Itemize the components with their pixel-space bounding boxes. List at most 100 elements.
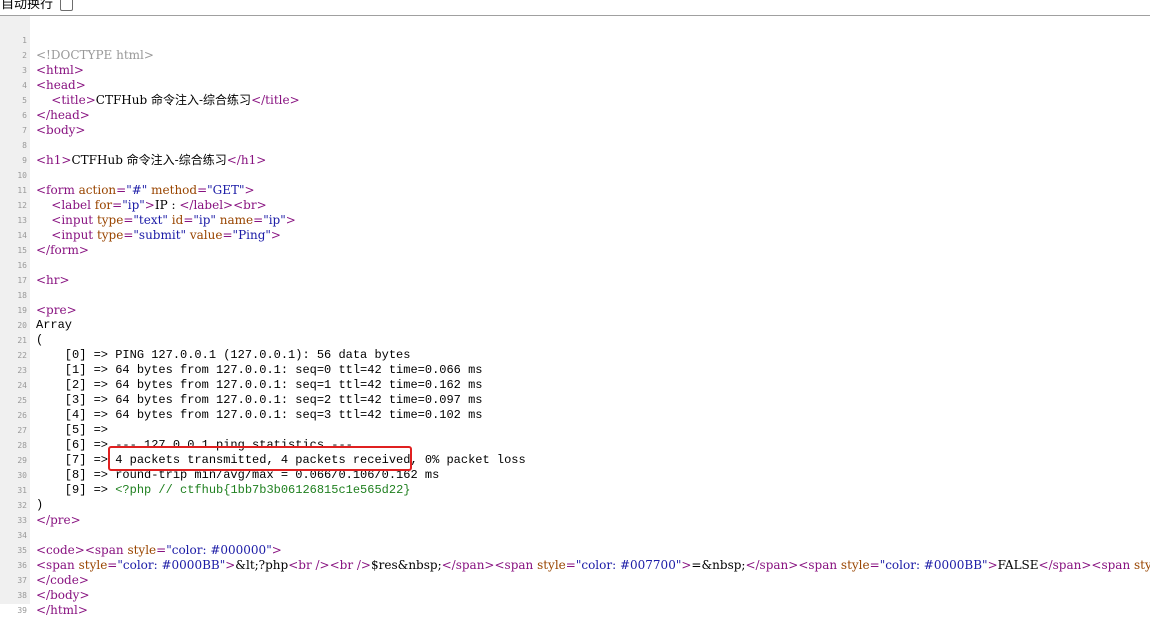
line-code: <h1>CTFHub 命令注入-综合练习</h1>	[36, 153, 266, 168]
line-number: 18	[17, 291, 27, 300]
code-token: [2] => 64 bytes from 127.0.0.1: seq=1 tt…	[36, 378, 483, 392]
line-number: 4	[22, 81, 27, 90]
code-token: >	[244, 183, 255, 197]
code-token: >	[270, 228, 281, 242]
code-token: value	[189, 228, 223, 242]
code-token: >	[987, 558, 998, 572]
code-token: id	[171, 213, 184, 227]
line-number: 9	[22, 156, 27, 165]
line-number: 39	[17, 606, 27, 615]
code-token: "submit"	[133, 228, 187, 242]
code-token: <pre>	[36, 303, 77, 317]
code-token: sty	[1134, 558, 1150, 572]
line-number: 33	[17, 516, 27, 525]
code-token: style	[840, 558, 870, 572]
code-token: <head>	[36, 78, 86, 92]
code-token: <body>	[36, 123, 86, 137]
code-token: <br /><br />	[288, 558, 371, 572]
line-code: </html>	[36, 603, 88, 618]
code-token: "GET"	[207, 183, 245, 197]
line-code: <form action="#" method="GET">	[36, 183, 255, 198]
line-number: 10	[17, 171, 27, 180]
code-token: >	[271, 543, 282, 557]
code-token: <h1>	[36, 153, 72, 167]
code-token: (	[36, 333, 44, 347]
code-token: </span><span	[441, 558, 538, 572]
code-token: "color: #000000"	[166, 543, 272, 557]
code-token: >	[144, 198, 155, 212]
line-code: <label for="ip">IP : </label><br>	[36, 198, 266, 213]
code-token: method	[151, 183, 198, 197]
line-number: 24	[17, 381, 27, 390]
line-number: 8	[22, 141, 27, 150]
line-code: <input type="text" id="ip" name="ip">	[36, 213, 296, 228]
code-token: </head>	[36, 108, 90, 122]
flag-highlight-box	[108, 446, 412, 471]
line-code: [5] =>	[36, 423, 108, 438]
code-token: =	[116, 183, 127, 197]
code-token: </span><span	[745, 558, 841, 572]
word-wrap-label: 自动换行	[1, 0, 54, 12]
code-token: style	[78, 558, 108, 572]
code-token: <!DOCTYPE html>	[36, 48, 154, 62]
code-token: <input	[51, 213, 97, 227]
code-token: <title>	[51, 93, 96, 107]
code-token: [9] =>	[36, 483, 116, 497]
code-token: "text"	[133, 213, 168, 227]
line-number: 12	[17, 201, 27, 210]
code-token: type	[96, 213, 124, 227]
line-number: 19	[17, 306, 27, 315]
code-token: <?php // ctfhub{1bb7b3b06126815c1e565d22…	[115, 483, 411, 497]
source-viewer[interactable]: 1 2 <!DOCTYPE html> 3 <html> 4 <head> 5 <title>…	[0, 15, 1150, 617]
code-token: =&nbsp;	[691, 558, 746, 572]
code-token: CTFHub 命令注入-综合练习	[71, 153, 227, 167]
code-token: style	[537, 558, 566, 572]
line-code: [4] => 64 bytes from 127.0.0.1: seq=3 tt…	[36, 408, 483, 423]
line-number: 30	[17, 471, 27, 480]
code-token: </title>	[251, 93, 300, 107]
line-number: 20	[17, 321, 27, 330]
line-code: </form>	[36, 243, 89, 258]
line-number: 5	[22, 96, 27, 105]
code-token: </form>	[36, 243, 89, 257]
code-token: >	[285, 213, 296, 227]
code-token: for	[94, 198, 113, 212]
word-wrap-checkbox[interactable]	[60, 0, 73, 11]
code-token: =	[222, 228, 233, 242]
code-token: IP :	[154, 198, 180, 212]
code-token: <span	[36, 558, 79, 572]
line-number: 11	[17, 186, 27, 195]
line-code: <span style="color: #0000BB">&lt;?php<br…	[36, 558, 1150, 573]
code-token: [0] => PING 127.0.0.1 (127.0.0.1): 56 da…	[36, 348, 411, 362]
line-number: 14	[17, 231, 27, 240]
line-code: [0] => PING 127.0.0.1 (127.0.0.1): 56 da…	[36, 348, 411, 363]
code-token: =	[123, 213, 134, 227]
code-token: </pre>	[36, 513, 81, 527]
code-token: =	[253, 213, 264, 227]
line-number: 7	[22, 126, 27, 135]
code-token: <form	[36, 183, 79, 197]
line-number: 32	[17, 501, 27, 510]
code-token: =	[197, 183, 208, 197]
code-token: "color: #0000BB"	[117, 558, 226, 572]
line-number: 34	[17, 531, 27, 540]
code-token: name	[219, 213, 254, 227]
line-code: Array	[36, 318, 72, 333]
line-number: 29	[17, 456, 27, 465]
line-number: 35	[17, 546, 27, 555]
line-number: 15	[17, 246, 27, 255]
line-code: <code><span style="color: #000000">	[36, 543, 282, 558]
line-code: </code>	[36, 573, 89, 588]
line-number: 13	[17, 216, 27, 225]
line-number: 36	[17, 561, 27, 570]
code-token: [1] => 64 bytes from 127.0.0.1: seq=0 tt…	[36, 363, 483, 377]
line-code: <input type="submit" value="Ping">	[36, 228, 281, 243]
code-token: </h1>	[226, 153, 267, 167]
code-token: </code>	[36, 573, 89, 587]
toolbar: 自动换行	[0, 0, 1150, 14]
code-token: <html>	[36, 63, 84, 77]
code-token: =	[123, 228, 134, 242]
code-token: "Ping"	[232, 228, 271, 242]
line-code: [9] => <?php // ctfhub{1bb7b3b06126815c1…	[36, 483, 411, 498]
